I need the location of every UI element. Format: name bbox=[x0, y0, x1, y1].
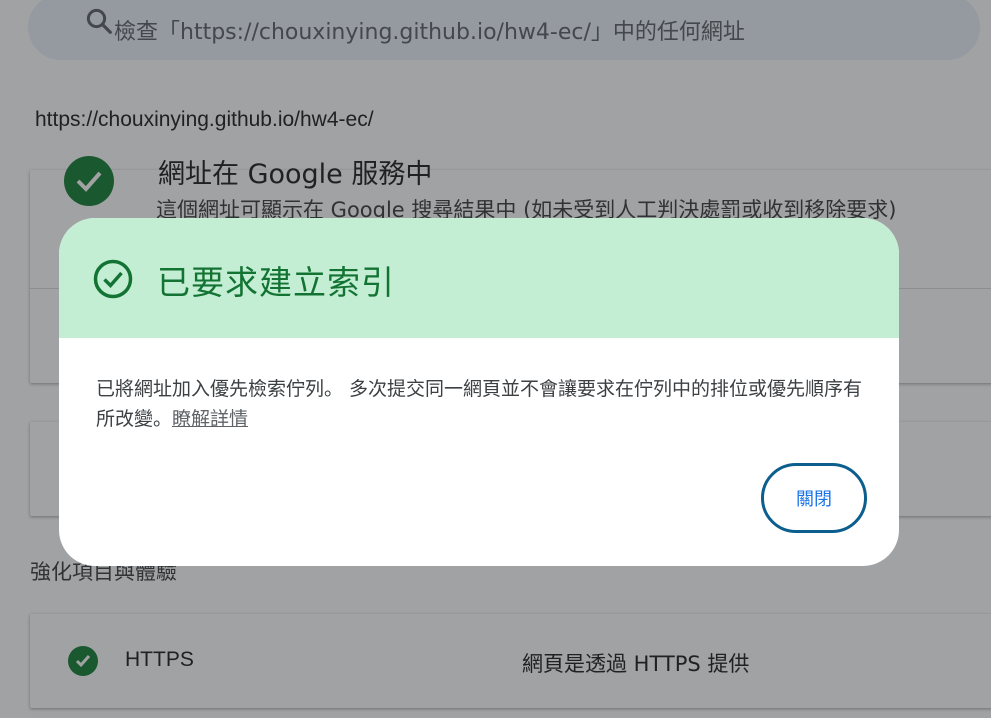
dialog-message: 已將網址加入優先檢索佇列。 多次提交同一網頁並不會讓要求在佇列中的排位或優先順序… bbox=[96, 374, 876, 434]
dialog-title: 已要求建立索引 bbox=[157, 263, 395, 302]
dialog-header: 已要求建立索引 bbox=[59, 218, 899, 338]
check-circle-outline-icon bbox=[93, 259, 133, 299]
learn-more-link[interactable]: 瞭解詳情 bbox=[172, 408, 248, 430]
indexing-requested-dialog: 已要求建立索引 已將網址加入優先檢索佇列。 多次提交同一網頁並不會讓要求在佇列中… bbox=[59, 218, 899, 566]
close-button[interactable]: 關閉 bbox=[761, 463, 867, 533]
